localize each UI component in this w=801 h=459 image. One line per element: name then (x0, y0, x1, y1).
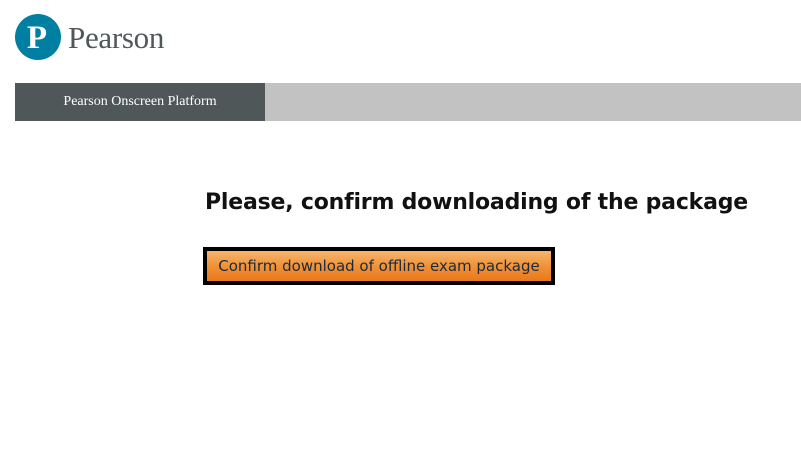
nav-tab-onscreen-platform[interactable]: Pearson Onscreen Platform (15, 83, 265, 121)
logo-text: Pearson (68, 19, 165, 55)
logo-glyph: P (27, 20, 47, 56)
nav-tab-label: Pearson Onscreen Platform (63, 94, 217, 109)
page-heading: Please, confirm downloading of the packa… (205, 190, 749, 215)
nav-bar: Pearson Onscreen Platform (15, 83, 801, 121)
pearson-logo-icon: P (15, 14, 61, 60)
confirm-download-button[interactable]: Confirm download of offline exam package (203, 247, 555, 285)
confirm-download-button-label: Confirm download of offline exam package (218, 257, 540, 275)
pearson-logo[interactable]: P Pearson (15, 13, 164, 61)
